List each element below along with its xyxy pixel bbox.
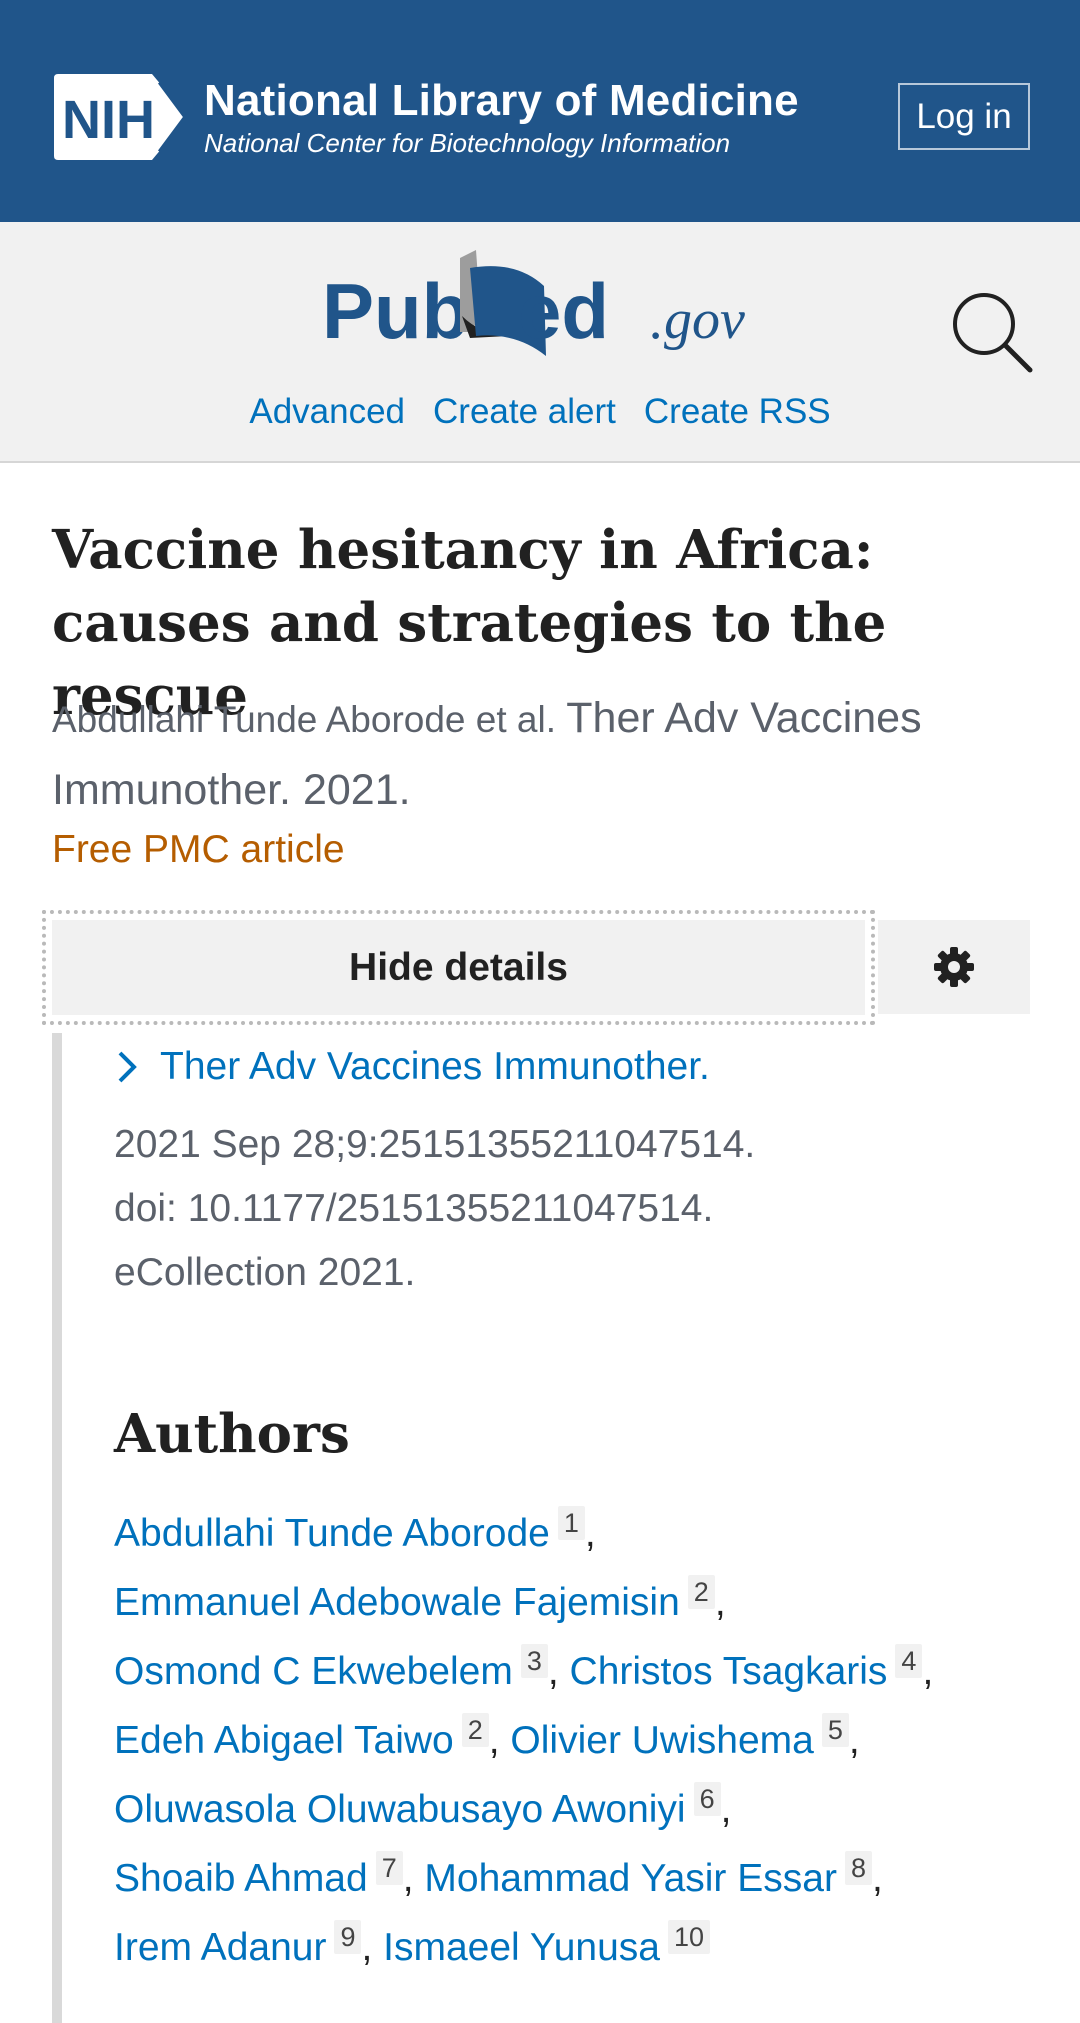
author-link[interactable]: Ismaeel Yunusa — [383, 1926, 660, 1969]
nih-logo[interactable]: NIH — [52, 72, 192, 162]
authors-list: Abdullahi Tunde Aborode 1, Emmanuel Adebo… — [114, 1506, 934, 1969]
author-link[interactable]: Osmond C Ekwebelem — [114, 1650, 513, 1693]
gear-icon — [934, 947, 974, 987]
affiliation-badge[interactable]: 7 — [375, 1851, 403, 1885]
svg-text:Pub: Pub — [322, 267, 469, 355]
pubmed-header: Pub ed .gov Advanced Create alert Create… — [0, 222, 1080, 463]
author-link[interactable]: Edeh Abigael Taiwo — [114, 1719, 454, 1762]
doi: doi: 10.1177/25151355211047514. — [114, 1187, 714, 1230]
affiliation-badge[interactable]: 5 — [821, 1713, 849, 1747]
search-icon[interactable] — [950, 290, 1034, 374]
author-link[interactable]: Abdullahi Tunde Aborode — [114, 1512, 550, 1555]
nih-logo-text: NIH — [62, 90, 155, 150]
nih-header: NIH National Library of Medicine Nationa… — [0, 0, 1080, 222]
publication-info: 2021 Sep 28;9:25151355211047514. doi: 10… — [114, 1113, 1014, 1305]
hide-details-label: Hide details — [52, 920, 865, 1015]
author-link[interactable]: Emmanuel Adebowale Fajemisin — [114, 1581, 680, 1624]
authors-heading: Authors — [114, 1403, 350, 1465]
details-panel: Ther Adv Vaccines Immunother. 2021 Sep 2… — [52, 1033, 1042, 2023]
author-link[interactable]: Mohammad Yasir Essar — [424, 1857, 837, 1900]
hide-details-button[interactable]: Hide details — [42, 910, 875, 1025]
free-pmc-article-badge[interactable]: Free PMC article — [52, 828, 345, 872]
affiliation-badge[interactable]: 2 — [461, 1713, 489, 1747]
affiliation-badge[interactable]: 2 — [687, 1575, 715, 1609]
ecollection: eCollection 2021. — [114, 1251, 416, 1294]
affiliation-badge[interactable]: 4 — [895, 1644, 923, 1678]
citation-line: Abdullahi Tunde Aborode et al. Ther Adv … — [52, 683, 1042, 827]
pubmed-logo[interactable]: Pub ed .gov — [320, 246, 760, 356]
affiliation-badge[interactable]: 1 — [557, 1506, 585, 1540]
affiliation-badge[interactable]: 9 — [334, 1920, 362, 1954]
journal-link-label: Ther Adv Vaccines Immunother. — [160, 1045, 710, 1088]
citation-authors: Abdullahi Tunde Aborode et al. — [52, 699, 556, 740]
create-rss-link[interactable]: Create RSS — [644, 392, 831, 432]
author-link[interactable]: Christos Tsagkaris — [570, 1650, 888, 1693]
nih-title: National Library of Medicine — [204, 76, 799, 125]
affiliation-badge[interactable]: 6 — [693, 1782, 721, 1816]
author-link[interactable]: Olivier Uwishema — [510, 1719, 813, 1762]
nih-subtitle: National Center for Biotechnology Inform… — [204, 128, 731, 158]
publication-date: 2021 Sep 28;9:25151355211047514. — [114, 1123, 756, 1166]
author-link[interactable]: Irem Adanur — [114, 1926, 326, 1969]
affiliation-badge[interactable]: 3 — [520, 1644, 548, 1678]
pubmed-links: Advanced Create alert Create RSS — [0, 392, 1080, 432]
svg-text:.gov: .gov — [650, 289, 745, 351]
advanced-link[interactable]: Advanced — [249, 392, 405, 432]
author-link[interactable]: Shoaib Ahmad — [114, 1857, 368, 1900]
affiliation-badge[interactable]: 8 — [844, 1851, 872, 1885]
svg-text:ed: ed — [518, 267, 609, 355]
display-options-button[interactable] — [878, 920, 1030, 1014]
create-alert-link[interactable]: Create alert — [433, 392, 616, 432]
author-link[interactable]: Oluwasola Oluwabusayo Awoniyi — [114, 1788, 686, 1831]
chevron-right-icon — [118, 1051, 137, 1083]
affiliation-badge[interactable]: 10 — [667, 1920, 711, 1954]
login-button[interactable]: Log in — [898, 83, 1030, 150]
journal-link[interactable]: Ther Adv Vaccines Immunother. — [114, 1045, 710, 1089]
